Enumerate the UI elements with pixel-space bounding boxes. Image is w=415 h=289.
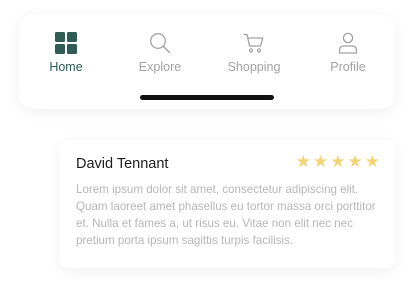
- nav-label-explore: Explore: [138, 60, 182, 74]
- grid-icon: [55, 32, 77, 54]
- nav-item-home[interactable]: Home: [19, 14, 113, 86]
- star-rating: ★ ★ ★ ★ ★: [296, 152, 380, 172]
- review-card: David Tennant ★ ★ ★ ★ ★ Lorem ipsum dolo…: [60, 140, 395, 268]
- search-icon: [150, 33, 171, 54]
- nav-items: Home Explore Shopping Profile: [19, 14, 395, 86]
- nav-item-explore[interactable]: Explore: [113, 14, 207, 86]
- star-icon: ★: [364, 152, 380, 172]
- home-indicator: [140, 95, 274, 100]
- bottom-navigation-bar: Home Explore Shopping Profile: [19, 14, 395, 109]
- nav-item-profile[interactable]: Profile: [301, 14, 395, 86]
- star-icon: ★: [313, 152, 329, 172]
- reviewer-name: David Tennant: [76, 156, 169, 172]
- nav-label-profile: Profile: [330, 60, 366, 74]
- review-text: Lorem ipsum dolor sit amet, consectetur …: [76, 183, 376, 247]
- nav-label-home: Home: [49, 60, 83, 74]
- star-icon: ★: [295, 152, 311, 172]
- nav-label-shopping: Shopping: [227, 60, 281, 74]
- nav-item-shopping[interactable]: Shopping: [207, 14, 301, 86]
- star-icon: ★: [330, 152, 346, 172]
- cart-icon: [243, 33, 264, 53]
- star-icon: ★: [347, 152, 363, 172]
- user-icon: [338, 32, 358, 54]
